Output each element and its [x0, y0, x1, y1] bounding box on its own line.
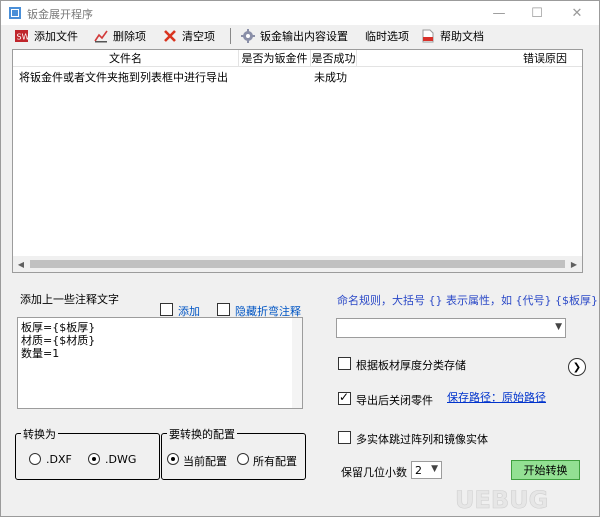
scroll-right-icon[interactable]: ▶	[566, 256, 582, 272]
dwg-radio[interactable]	[88, 453, 100, 465]
naming-rule-label: 命名规则，大括号 {} 表示属性，如 {代号} {$板厚}	[337, 294, 598, 307]
delete-item-label: 删除项	[113, 30, 146, 43]
column-header-is-sheetmetal[interactable]: 是否为钣金件	[239, 50, 311, 67]
decimals-label: 保留几位小数	[341, 466, 407, 479]
settings-gear-icon	[241, 29, 255, 43]
add-file-button[interactable]: SW 添加文件	[15, 27, 78, 45]
close-after-export-label: 导出后关闭零件	[356, 394, 433, 407]
close-button[interactable]: ✕	[557, 1, 597, 25]
main-window: 钣金展开程序 — ☐ ✕ SW 添加文件 删除项 清空项 钣金输出内容设置 临时…	[0, 0, 600, 517]
temp-options-button[interactable]: 临时选项	[365, 27, 409, 45]
output-settings-label: 钣金输出内容设置	[260, 30, 348, 43]
title-bar: 钣金展开程序 — ☐ ✕	[1, 1, 599, 25]
toolbar-separator	[230, 28, 231, 44]
multi-body-skip-label: 多实体跳过阵列和镜像实体	[356, 433, 488, 446]
current-config-label: 当前配置	[183, 455, 227, 468]
chevron-down-icon: ▼	[431, 464, 438, 474]
decimals-combo[interactable]: 2 ▼	[411, 461, 442, 479]
toolbar: SW 添加文件 删除项 清空项 钣金输出内容设置 临时选项 帮助文档	[1, 25, 599, 47]
column-header-error[interactable]: 错误原因	[357, 50, 582, 67]
dwg-label: .DWG	[105, 453, 137, 466]
decimals-value: 2	[415, 464, 422, 477]
watermark-logo: UEBUG	[455, 486, 549, 515]
all-config-label: 所有配置	[253, 455, 297, 468]
maximize-button[interactable]: ☐	[517, 1, 557, 25]
chevron-down-icon: ▼	[555, 322, 562, 332]
clear-items-label: 清空项	[182, 30, 215, 43]
file-list-header: 文件名 是否为钣金件 是否成功 错误原因	[13, 50, 582, 67]
add-file-label: 添加文件	[34, 30, 78, 43]
scroll-left-icon[interactable]: ◀	[13, 256, 29, 272]
delete-item-icon	[94, 30, 108, 43]
hide-bend-notes-checkbox[interactable]	[217, 303, 230, 316]
app-icon	[9, 7, 21, 19]
save-path-link[interactable]: 保存路径：原始路径	[447, 389, 546, 405]
help-doc-button[interactable]: 帮助文档	[421, 27, 484, 45]
dxf-label: .DXF	[46, 453, 72, 466]
notes-line: 材质={$材质}	[21, 334, 96, 347]
start-convert-button[interactable]: 开始转换	[511, 460, 580, 480]
column-header-filename[interactable]: 文件名	[13, 50, 239, 67]
multi-body-skip-checkbox[interactable]	[338, 431, 351, 444]
notes-line: 板厚={$板厚}	[21, 321, 96, 334]
convert-to-group: 转换为 .DXF .DWG	[15, 426, 160, 480]
close-after-export-checkbox[interactable]	[338, 390, 351, 405]
dxf-radio[interactable]	[29, 453, 41, 465]
minimize-button[interactable]: —	[479, 1, 519, 25]
cell-filename: 将钣金件或者文件夹拖到列表框中进行导出	[19, 71, 228, 84]
notes-scrollbar[interactable]	[292, 318, 302, 408]
output-settings-button[interactable]: 钣金输出内容设置	[241, 27, 348, 45]
help-doc-label: 帮助文档	[440, 30, 484, 43]
scrollbar-thumb[interactable]	[30, 260, 565, 268]
classify-by-thickness-label: 根据板材厚度分类存储	[356, 359, 466, 372]
column-header-success[interactable]: 是否成功	[311, 50, 357, 67]
horizontal-scrollbar[interactable]: ◀ ▶	[13, 256, 582, 272]
notes-line: 数量=1	[21, 347, 60, 360]
classify-by-thickness-checkbox[interactable]	[338, 357, 351, 370]
file-list[interactable]: 文件名 是否为钣金件 是否成功 错误原因 将钣金件或者文件夹拖到列表框中进行导出…	[12, 49, 583, 273]
window-title: 钣金展开程序	[27, 8, 93, 21]
notes-label: 添加上一些注释文字	[20, 293, 119, 306]
convert-to-title: 转换为	[21, 426, 58, 442]
pdf-document-icon	[422, 29, 434, 43]
delete-item-button[interactable]: 删除项	[94, 27, 146, 45]
notes-textarea[interactable]: 板厚={$板厚} 材质={$材质} 数量=1	[17, 317, 303, 409]
naming-rule-combo[interactable]: ▼	[336, 318, 566, 338]
add-notes-checkbox[interactable]	[160, 303, 173, 316]
svg-text:UEBUG: UEBUG	[455, 486, 548, 514]
expand-arrow-icon[interactable]: ❯	[568, 358, 586, 376]
add-file-icon: SW	[15, 30, 30, 42]
clear-items-button[interactable]: 清空项	[163, 27, 215, 45]
cell-success: 未成功	[314, 71, 347, 84]
svg-text:SW: SW	[17, 33, 30, 42]
temp-options-label: 临时选项	[365, 30, 409, 43]
config-title: 要转换的配置	[167, 426, 237, 442]
current-config-radio[interactable]	[167, 453, 179, 465]
all-config-radio[interactable]	[237, 453, 249, 465]
table-row[interactable]: 将钣金件或者文件夹拖到列表框中进行导出 未成功	[13, 69, 582, 86]
clear-x-icon	[164, 30, 176, 42]
config-group: 要转换的配置 当前配置 所有配置	[161, 426, 306, 480]
